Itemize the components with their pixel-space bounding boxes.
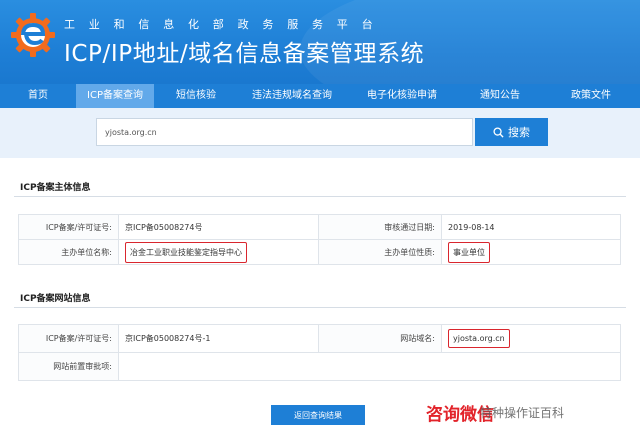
organizer-nature-label: 主办单位性质: bbox=[318, 239, 442, 265]
site-license-label: ICP备案/许可证号: bbox=[18, 324, 119, 353]
nav-item-e-verify[interactable]: 电子化核验申请 bbox=[346, 84, 458, 108]
search-icon bbox=[493, 126, 504, 138]
nav-item-policies[interactable]: 政策文件 bbox=[542, 84, 640, 108]
domain-cell: yjosta.org.cn bbox=[441, 324, 621, 353]
preapproval-label: 网站前置审批项: bbox=[18, 352, 119, 381]
search-button-label: 搜索 bbox=[508, 126, 530, 139]
search-input[interactable] bbox=[96, 118, 473, 146]
organizer-cell: 冶金工业职业技能鉴定指导中心 bbox=[118, 239, 319, 265]
license-label: ICP备案/许可证号: bbox=[18, 214, 119, 240]
approval-date-value: 2019-08-14 bbox=[441, 214, 621, 240]
site-header: 工业和信息化部政务服务平台 ICP/IP地址/域名信息备案管理系统 bbox=[0, 0, 640, 84]
approval-date-label: 审核通过日期: bbox=[318, 214, 442, 240]
license-value: 京ICP备05008274号 bbox=[118, 214, 319, 240]
section-divider bbox=[14, 196, 626, 197]
organizer-label: 主办单位名称: bbox=[18, 239, 119, 265]
domain-label: 网站域名: bbox=[318, 324, 442, 353]
organizer-nature-value: 事业单位 bbox=[448, 241, 490, 263]
preapproval-value bbox=[118, 352, 621, 381]
section-divider bbox=[14, 307, 626, 308]
nav-item-icp-query[interactable]: ICP备案查询 bbox=[76, 84, 154, 108]
entity-info-table: ICP备案/许可证号: 京ICP备05008274号 审核通过日期: 2019-… bbox=[18, 214, 621, 265]
nav-item-notices[interactable]: 通知公告 bbox=[458, 84, 542, 108]
section-title-website: ICP备案网站信息 bbox=[20, 294, 91, 304]
header-subtitle: 工业和信息化部政务服务平台 bbox=[64, 18, 387, 31]
e-logo-icon bbox=[11, 13, 55, 57]
website-info-table: ICP备案/许可证号: 京ICP备05008274号-1 网站域名: yjost… bbox=[18, 324, 621, 381]
table-row: ICP备案/许可证号: 京ICP备05008274号 审核通过日期: 2019-… bbox=[18, 214, 621, 240]
main-nav: 首页 ICP备案查询 短信核验 违法违规域名查询 电子化核验申请 通知公告 政策… bbox=[0, 84, 640, 108]
organizer-value: 冶金工业职业技能鉴定指导中心 bbox=[125, 241, 247, 263]
page-title: ICP/IP地址/域名信息备案管理系统 bbox=[64, 41, 425, 67]
organizer-nature-cell: 事业单位 bbox=[441, 239, 621, 265]
domain-value: yjosta.org.cn bbox=[448, 329, 510, 348]
nav-item-sms-verify[interactable]: 短信核验 bbox=[154, 84, 238, 108]
table-row: 网站前置审批项: bbox=[18, 352, 621, 381]
table-row: 主办单位名称: 冶金工业职业技能鉴定指导中心 主办单位性质: 事业单位 bbox=[18, 239, 621, 265]
nav-item-illegal-domain[interactable]: 违法违规域名查询 bbox=[238, 84, 346, 108]
watermark-gray-text: 特种操作证百科 bbox=[480, 406, 565, 420]
search-button[interactable]: 搜索 bbox=[475, 118, 548, 146]
site-license-value: 京ICP备05008274号-1 bbox=[118, 324, 319, 353]
section-title-entity: ICP备案主体信息 bbox=[20, 183, 91, 193]
table-row: ICP备案/许可证号: 京ICP备05008274号-1 网站域名: yjost… bbox=[18, 324, 621, 353]
back-to-results-button[interactable]: 返回查询结果 bbox=[271, 405, 365, 425]
nav-item-home[interactable]: 首页 bbox=[0, 84, 76, 108]
result-panel: ICP备案主体信息 ICP备案/许可证号: 京ICP备05008274号 审核通… bbox=[0, 158, 640, 441]
